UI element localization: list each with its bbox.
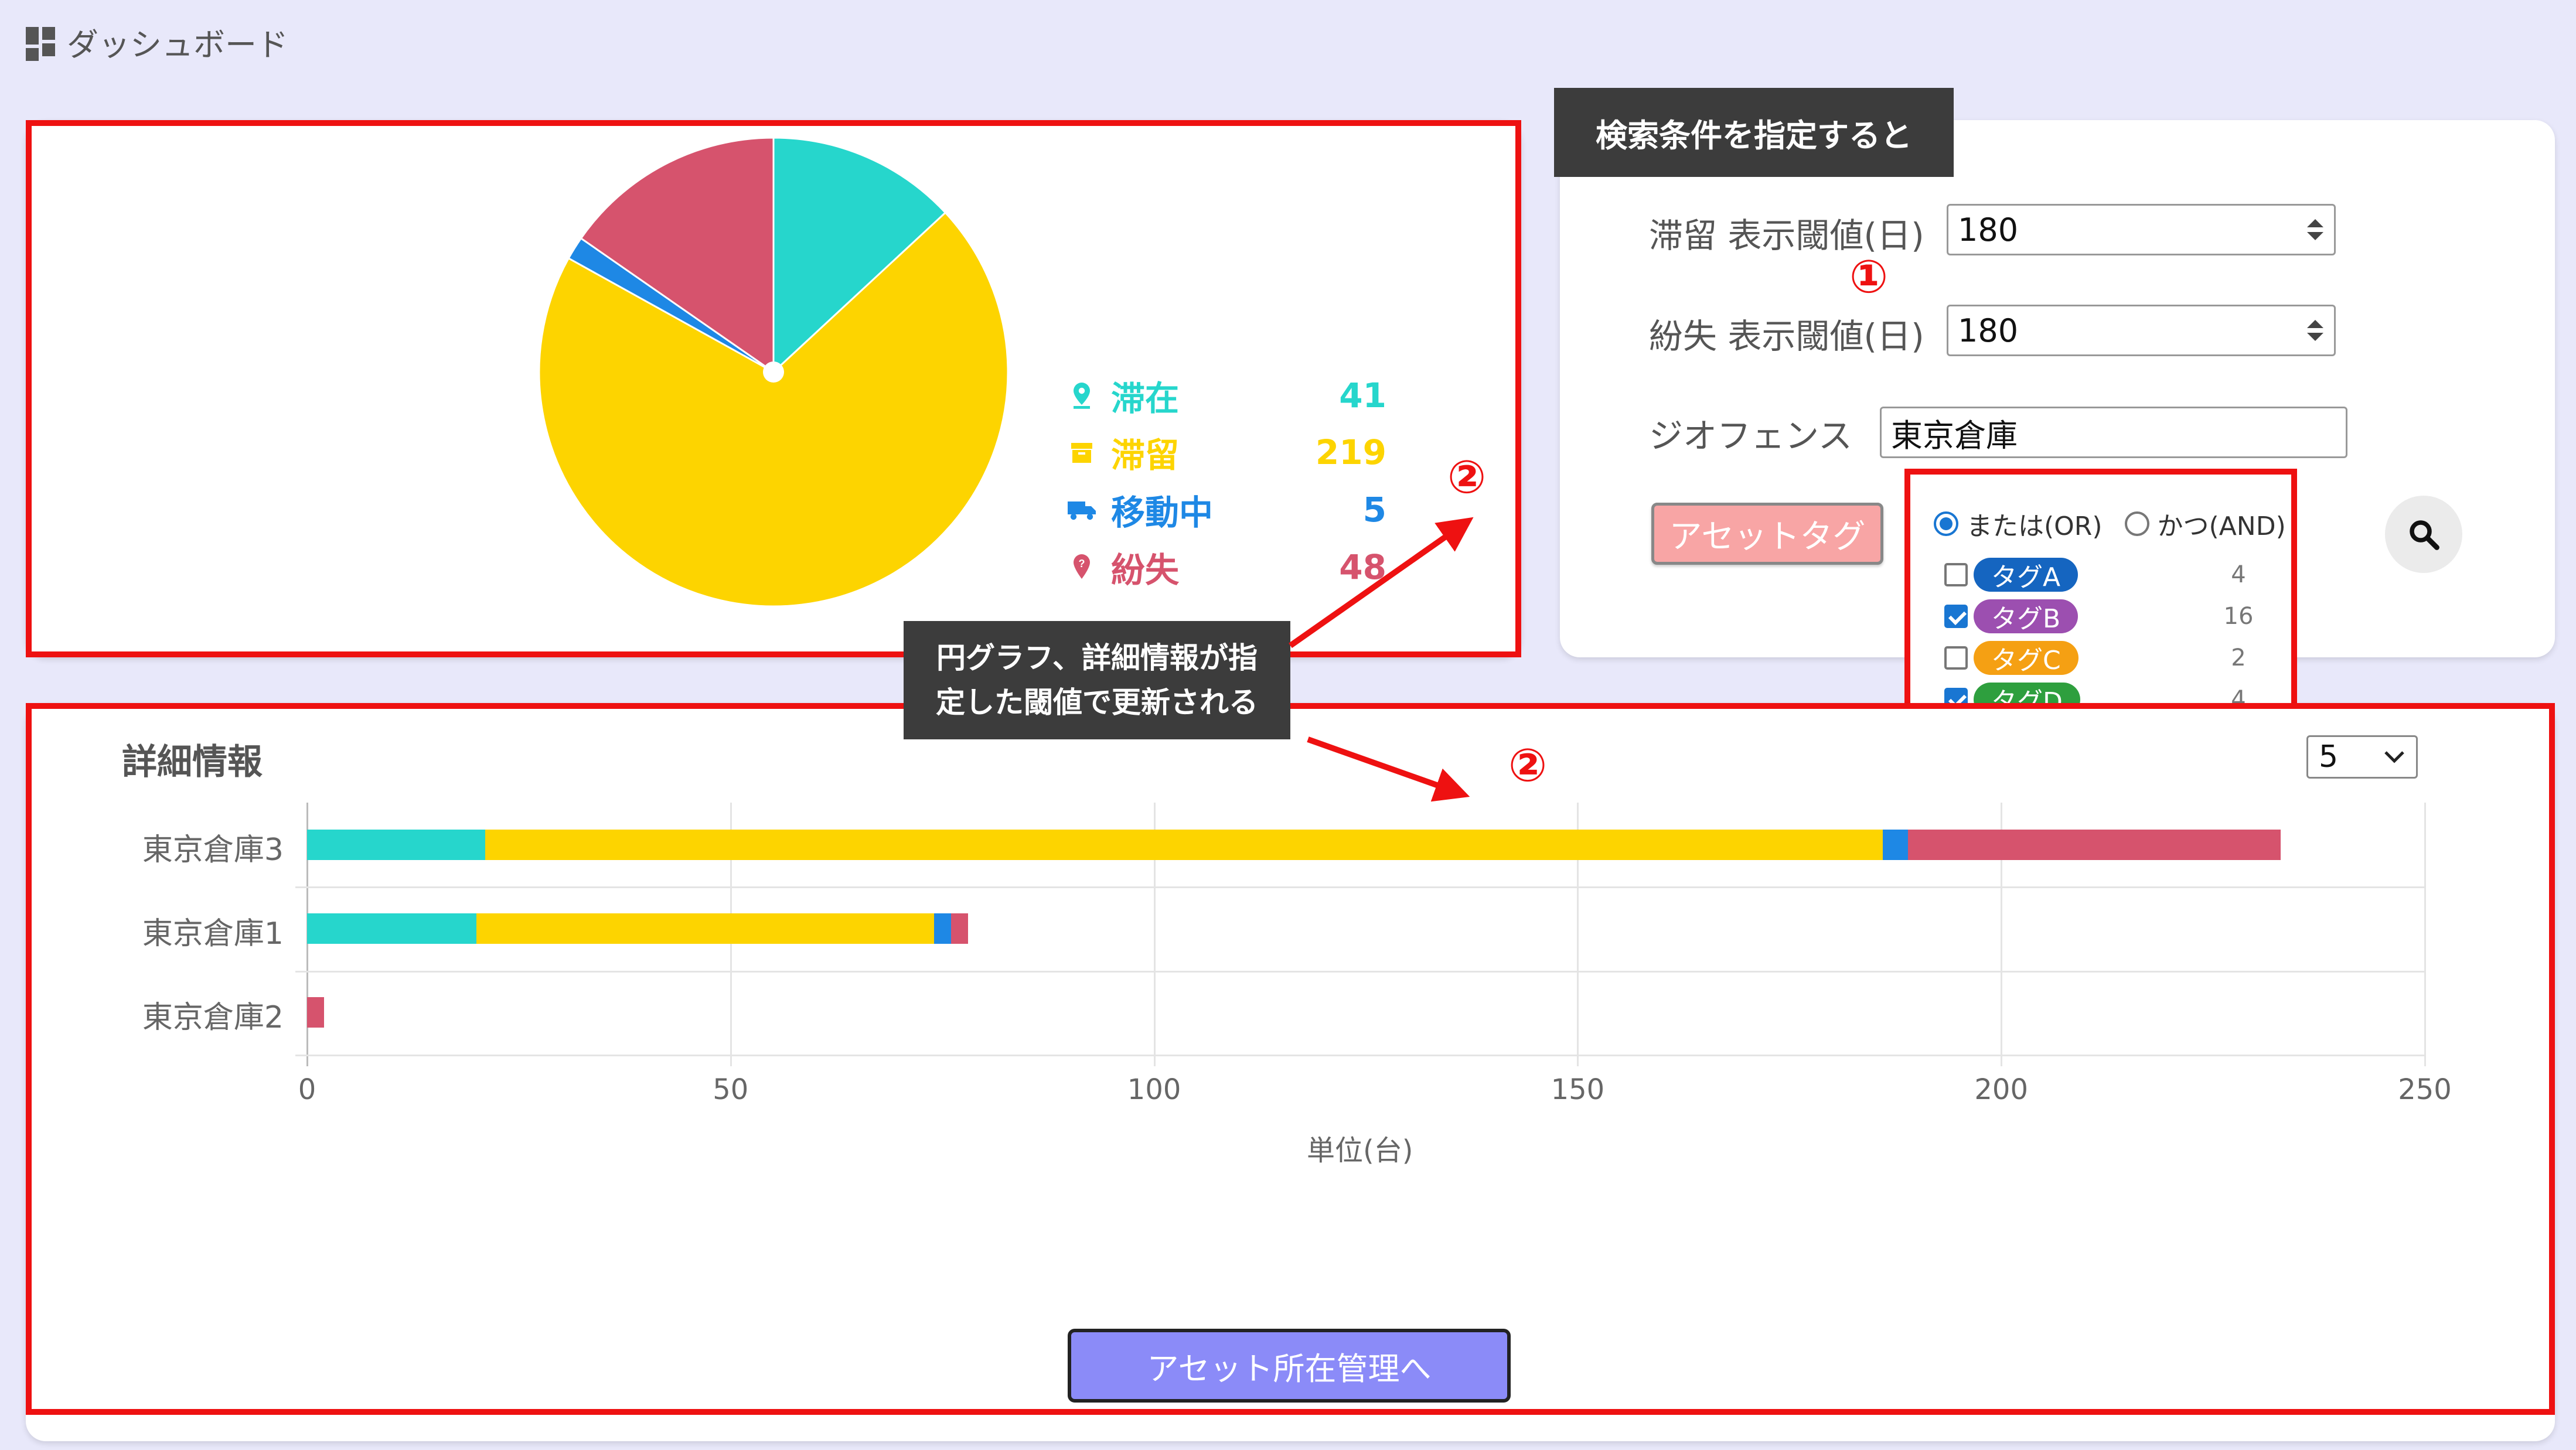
arrow-to-summary — [1289, 517, 1474, 649]
marker-2-bottom: ② — [1508, 739, 1548, 792]
annotation-arrows — [1289, 517, 1474, 802]
arrow-to-detail — [1307, 736, 1470, 802]
